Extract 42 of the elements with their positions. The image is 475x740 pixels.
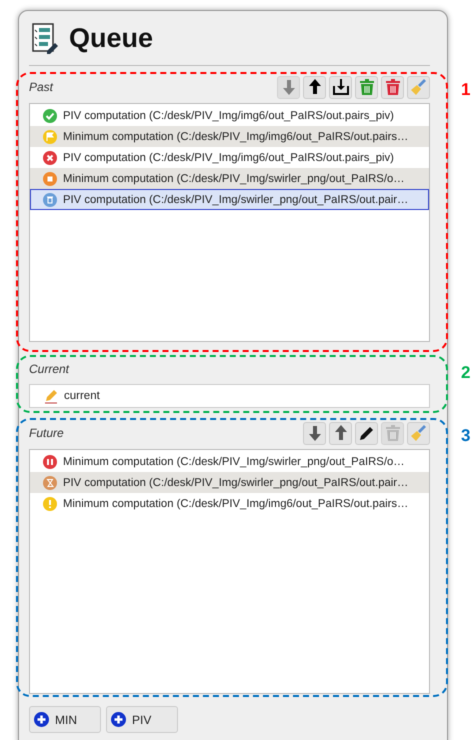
tool-button[interactable] (303, 76, 326, 98)
queue-item[interactable]: Minimum computation (C:/desk/PIV_Img/img6/out_PaIRS/out.pairs… (30, 493, 429, 514)
check-icon (43, 108, 57, 122)
pause-icon (43, 454, 57, 468)
trash-icon (358, 78, 376, 96)
current-item: current (29, 384, 430, 408)
queue-item[interactable]: Minimum computation (C:/desk/PIV_Img/swirler_png/out_PaIRS/o… (30, 451, 429, 472)
queue-item[interactable]: PIV computation (C:/desk/PIV_Img/img6/out_PaIRS/out.pairs_piv) (30, 147, 429, 168)
pencil-icon (358, 424, 376, 442)
queue-item[interactable]: PIV computation (C:/desk/PIV_Img/swirler_png/out_PaIRS/out.pair… (30, 189, 429, 210)
plus-icon (111, 712, 126, 727)
checklist-icon (31, 22, 59, 54)
queue-item[interactable]: Minimum computation (C:/desk/PIV_Img/img6/out_PaIRS/out.pairs… (30, 126, 429, 147)
warning-icon (43, 496, 57, 510)
hourglass-icon (43, 476, 57, 490)
broom-icon (410, 78, 428, 96)
add-button[interactable]: MIN (29, 706, 101, 733)
trash-icon (384, 424, 402, 442)
queue-item[interactable]: PIV computation (C:/desk/PIV_Img/swirler_png/out_PaIRS/out.pair… (30, 472, 429, 493)
queue-item[interactable]: PIV computation (C:/desk/PIV_Img/img6/out_PaIRS/out.pairs_piv) (30, 105, 429, 126)
pencil-icon (44, 388, 58, 404)
add-button[interactable]: PIV (106, 706, 178, 733)
stop-icon (43, 172, 57, 186)
tool-button[interactable] (329, 76, 352, 98)
tool-button[interactable] (355, 422, 378, 444)
queue-item[interactable]: Minimum computation (C:/desk/PIV_Img/swirler_png/out_PaIRS/o… (30, 168, 429, 189)
section-label: Past (29, 80, 54, 94)
trash-icon (43, 192, 57, 206)
trash-icon (384, 78, 402, 96)
broom-icon (410, 424, 428, 442)
plus-icon (34, 712, 49, 727)
section-label: Current (29, 362, 70, 376)
tool-button[interactable] (303, 422, 326, 444)
annotation-number: 2 (461, 363, 470, 383)
tool-button[interactable] (329, 422, 352, 444)
panel-title: Queue (69, 22, 154, 54)
annotation-number: 3 (461, 426, 470, 446)
error-icon (43, 150, 57, 164)
flag-icon (43, 130, 57, 144)
section-label: Future (29, 426, 64, 440)
tray-arrow-icon (332, 78, 350, 96)
annotation-number: 1 (461, 80, 470, 100)
